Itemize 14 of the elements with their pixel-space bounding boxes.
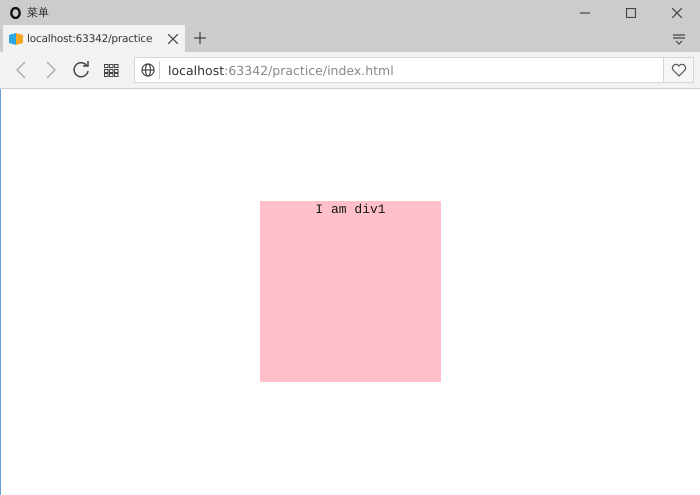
browser-tab[interactable]: localhost:63342/practice bbox=[3, 25, 185, 52]
close-icon[interactable] bbox=[672, 8, 682, 18]
tab-label: localhost:63342/practice bbox=[27, 32, 154, 44]
url-path: :63342/practice/index.html bbox=[224, 62, 394, 78]
window-title: 菜单 bbox=[27, 5, 50, 20]
maximize-icon[interactable] bbox=[626, 8, 636, 18]
div-box: I am div1 bbox=[260, 201, 441, 382]
globe-icon bbox=[141, 63, 155, 77]
site-icon bbox=[9, 32, 23, 44]
browser-logo-icon bbox=[10, 6, 21, 18]
url-host: localhost bbox=[168, 62, 224, 78]
close-tab-icon[interactable] bbox=[167, 32, 179, 44]
address-field[interactable]: localhost:63342/practice/index.html bbox=[134, 57, 694, 83]
tab-menu-icon[interactable] bbox=[672, 32, 686, 46]
